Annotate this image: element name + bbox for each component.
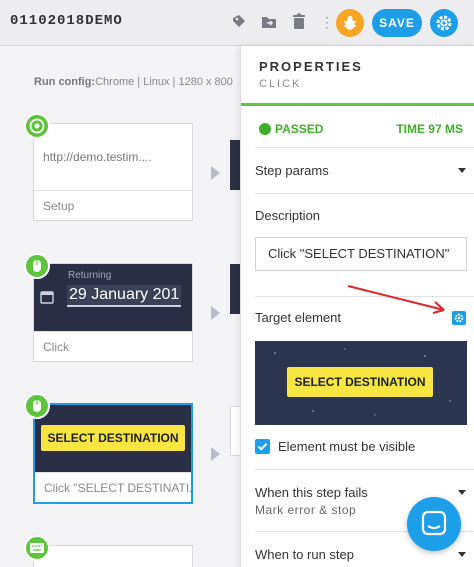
element-visible-label: Element must be visible xyxy=(278,439,416,454)
when-fails-label[interactable]: When this step fails xyxy=(255,485,368,500)
flow-arrow-icon xyxy=(211,306,220,320)
step-card-click-select-destination[interactable]: SELECT DESTINATION Click "SELECT DESTINA… xyxy=(33,403,193,504)
calendar-icon xyxy=(40,291,54,304)
step-caption: Click xyxy=(34,331,192,361)
step-badge xyxy=(24,535,50,561)
checkmark-icon xyxy=(257,443,268,451)
target-element-label: Target element xyxy=(255,310,341,325)
element-visible-checkbox[interactable] xyxy=(255,439,270,454)
divider xyxy=(255,193,474,194)
panel-header: PROPERTIES CLICK xyxy=(241,46,474,106)
bug-icon xyxy=(344,16,356,30)
annotation-arrow xyxy=(347,285,445,314)
flow-arrow-icon xyxy=(211,447,220,461)
gear-icon xyxy=(436,15,452,31)
panel-subtitle: CLICK xyxy=(259,78,302,90)
step-card-setup[interactable]: http://demo.testim.... Setup xyxy=(33,123,193,221)
status-row: PASSED TIME 97 MS xyxy=(241,109,474,145)
chat-icon xyxy=(421,510,447,536)
check-circle-icon xyxy=(259,123,271,135)
chevron-down-icon[interactable] xyxy=(458,552,466,557)
run-config-value[interactable]: Chrome | Linux | 1280 x 800 xyxy=(95,76,233,88)
step-params-toggle[interactable]: Step params xyxy=(255,163,329,178)
support-chat-button[interactable] xyxy=(407,497,461,551)
status-passed: PASSED xyxy=(259,122,323,136)
folder-move-icon[interactable] xyxy=(261,13,277,31)
save-button[interactable]: SAVE xyxy=(372,9,422,37)
when-fails-value: Mark error & stop xyxy=(255,503,357,517)
step-badge xyxy=(24,253,50,279)
description-label: Description xyxy=(255,208,321,223)
status-text: PASSED xyxy=(275,122,324,136)
chevron-down-icon[interactable] xyxy=(458,490,466,495)
thumb-select-destination: SELECT DESTINATION xyxy=(41,425,185,451)
preview-select-destination: SELECT DESTINATION xyxy=(287,367,433,397)
chevron-down-icon[interactable] xyxy=(458,168,466,173)
step-caption: Click "SELECT DESTINATI... xyxy=(35,472,191,502)
trash-icon[interactable] xyxy=(291,13,307,31)
thumb-small-text: Returning xyxy=(68,270,112,281)
step-card-click-date[interactable]: Returning 29 January 201 Click xyxy=(33,263,193,362)
divider xyxy=(255,469,474,470)
bug-report-button[interactable] xyxy=(336,9,364,37)
when-to-run-label[interactable]: When to run step xyxy=(255,547,354,562)
tag-icon[interactable] xyxy=(231,13,247,31)
mouse-icon xyxy=(33,400,41,412)
keyboard-icon xyxy=(30,543,44,553)
step-caption: Setup xyxy=(34,190,192,220)
step-card-keyboard[interactable] xyxy=(33,545,193,567)
settings-button[interactable] xyxy=(430,9,458,37)
app-window: 01102018DEMO ⋮ SAVE Run config:Chrome | … xyxy=(0,0,474,567)
thumb-date: 29 January 201 xyxy=(67,285,182,307)
step-url: http://demo.testim.... xyxy=(43,150,152,164)
panel-title: PROPERTIES xyxy=(259,59,363,74)
test-name[interactable]: 01102018DEMO xyxy=(10,13,123,29)
run-config-label: Run config: xyxy=(34,76,96,88)
step-thumbnail: SELECT DESTINATION xyxy=(35,405,191,472)
divider xyxy=(255,147,474,148)
step-badge xyxy=(24,393,50,419)
run-config: Run config:Chrome | Linux | 1280 x 800 xyxy=(34,76,233,88)
step-badge xyxy=(24,113,50,139)
step-time: TIME 97 MS xyxy=(396,122,463,136)
step-thumbnail: Returning 29 January 201 xyxy=(34,264,192,331)
top-toolbar: 01102018DEMO ⋮ SAVE xyxy=(0,0,474,46)
step-thumbnail: http://demo.testim.... xyxy=(34,124,192,190)
flow-arrow-icon xyxy=(211,166,220,180)
description-input[interactable]: Click "SELECT DESTINATION" xyxy=(255,237,467,271)
target-element-preview: SELECT DESTINATION xyxy=(255,341,467,425)
chrome-icon xyxy=(29,118,45,134)
more-vertical-icon[interactable]: ⋮ xyxy=(320,12,334,32)
mouse-icon xyxy=(33,260,41,272)
